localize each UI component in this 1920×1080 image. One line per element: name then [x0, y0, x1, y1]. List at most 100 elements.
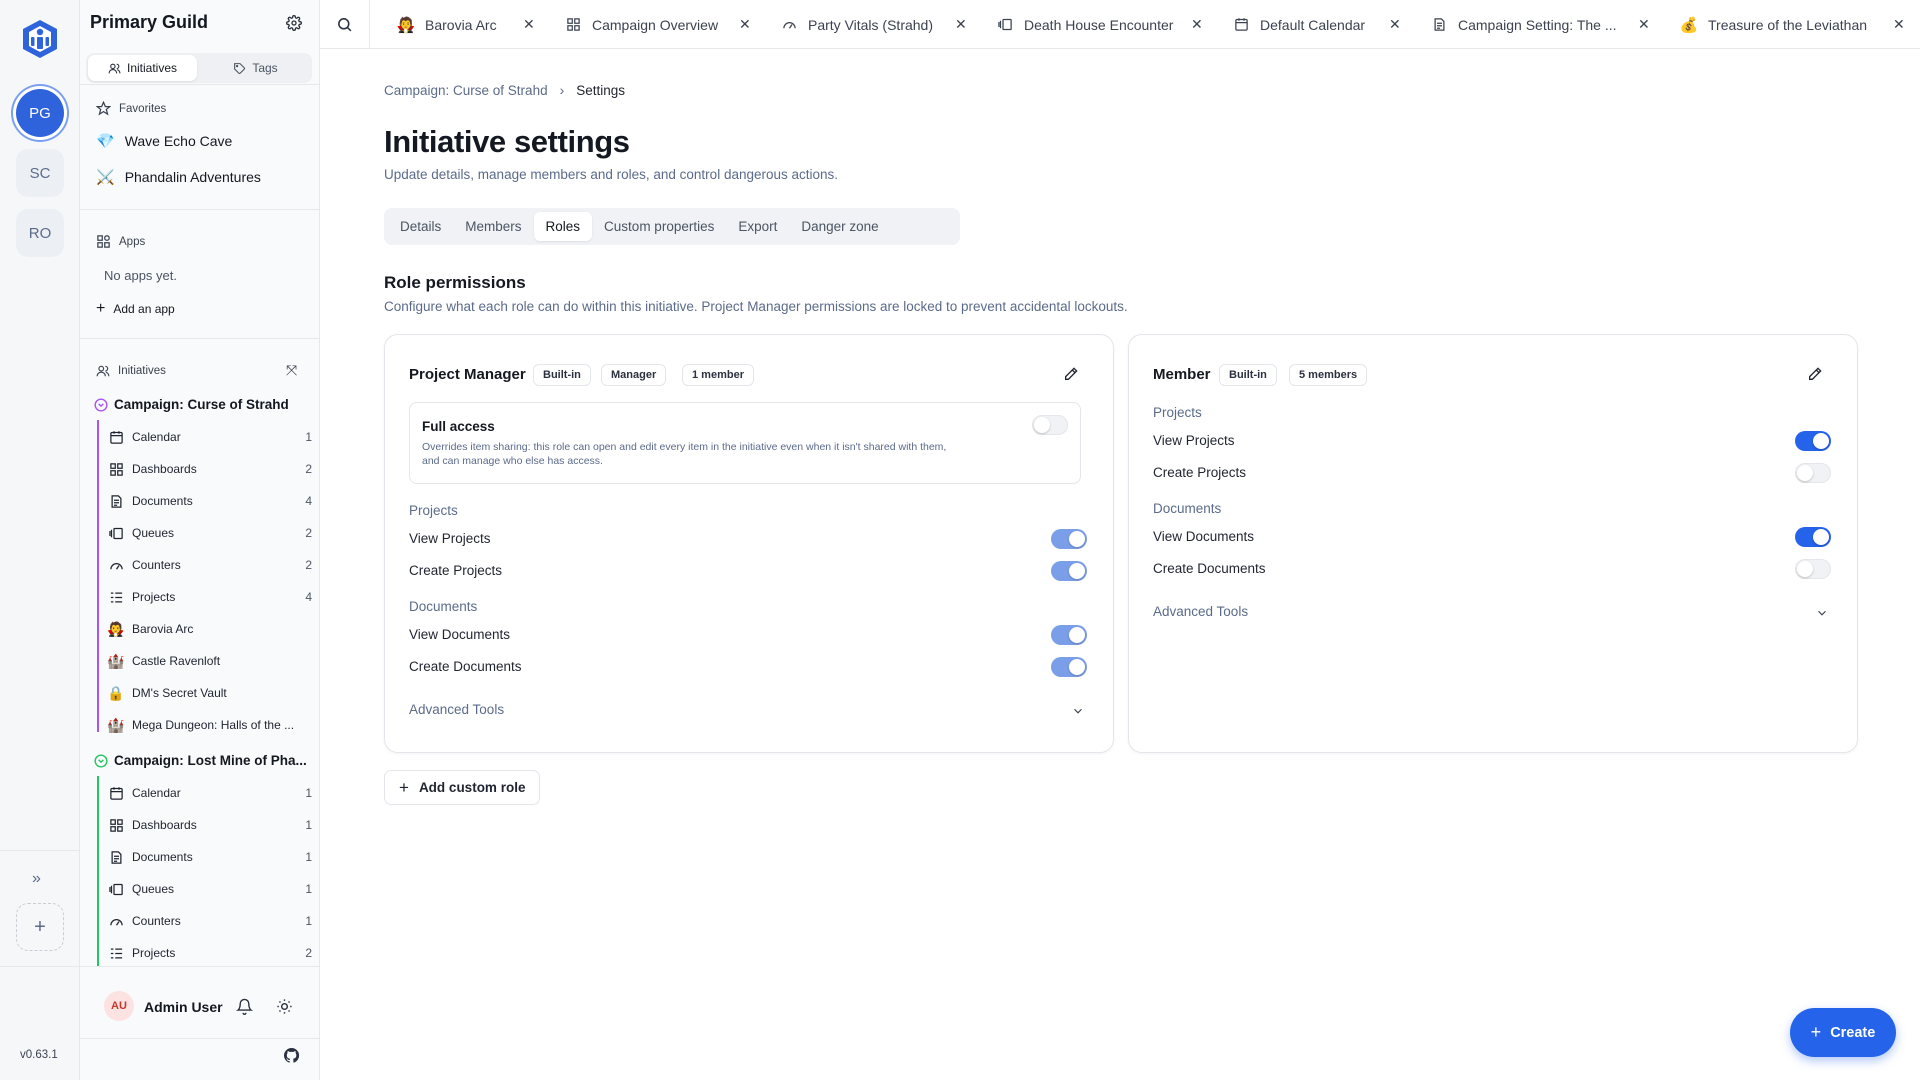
- tab-campaign-overview[interactable]: Campaign Overview: [564, 0, 718, 49]
- toggle-view-projects[interactable]: [1051, 529, 1087, 549]
- queue-icon: [108, 881, 124, 897]
- tab-custom-properties[interactable]: Custom properties: [592, 212, 726, 241]
- money-bag-icon: 💰: [1679, 16, 1699, 34]
- tab-close-button[interactable]: ✕: [523, 0, 537, 49]
- project-castle-ravenloft[interactable]: 🏰 Castle Ravenloft: [107, 649, 312, 673]
- create-button-label: Create: [1830, 1024, 1876, 1041]
- avatar[interactable]: AU: [104, 991, 134, 1021]
- toggle-create-projects[interactable]: [1051, 561, 1087, 581]
- initiative-name: Campaign: Lost Mine of Pha...: [114, 753, 307, 768]
- tab-label: Death House Encounter: [1024, 16, 1174, 33]
- tab-close-button[interactable]: ✕: [739, 0, 753, 49]
- users-icon: [108, 63, 121, 73]
- initiatives-header: Initiatives: [96, 364, 166, 378]
- tree-item-calendar[interactable]: Calendar 1: [108, 425, 312, 449]
- tree-item-counters[interactable]: Counters 2: [108, 553, 312, 577]
- tree-item-queues[interactable]: Queues 1: [108, 877, 312, 901]
- workspace-pg[interactable]: PG: [16, 89, 64, 137]
- tree-item-documents[interactable]: Documents 4: [108, 489, 312, 513]
- tab-default-calendar[interactable]: Default Calendar: [1232, 0, 1365, 49]
- users-icon: [96, 365, 110, 377]
- github-icon[interactable]: [283, 1047, 300, 1064]
- tree-item-dashboards[interactable]: Dashboards 2: [108, 457, 312, 481]
- toggle-view-projects[interactable]: [1795, 431, 1831, 451]
- project-label: Mega Dungeon: Halls of the ...: [132, 718, 295, 732]
- perm-create-documents: Create Documents: [409, 659, 522, 674]
- expand-icon[interactable]: »: [32, 870, 41, 888]
- tab-label: Default Calendar: [1260, 16, 1366, 33]
- initiative-curse-of-strahd[interactable]: Campaign: Curse of Strahd: [94, 397, 289, 412]
- favorite-item[interactable]: 💎 Wave Echo Cave: [96, 132, 232, 150]
- add-app-button[interactable]: + Add an app: [96, 300, 175, 318]
- workspace-ro[interactable]: RO: [16, 209, 64, 257]
- tab-close-button[interactable]: ✕: [1191, 0, 1205, 49]
- tab-treasure-leviathan[interactable]: 💰 Treasure of the Leviathan: [1680, 0, 1867, 49]
- add-custom-role-button[interactable]: + Add custom role: [384, 770, 541, 805]
- tree-item-dashboards[interactable]: Dashboards 1: [108, 813, 312, 837]
- initiative-lost-mine[interactable]: Campaign: Lost Mine of Pha...: [94, 753, 307, 768]
- plus-icon: +: [399, 777, 409, 797]
- tab-roles[interactable]: Roles: [533, 212, 593, 241]
- favorite-item[interactable]: ⚔️ Phandalin Adventures: [96, 168, 261, 186]
- toggle-create-projects[interactable]: [1795, 463, 1831, 483]
- tree-item-calendar[interactable]: Calendar 1: [108, 781, 312, 805]
- bell-icon[interactable]: [236, 998, 253, 1015]
- tab-details[interactable]: Details: [388, 212, 453, 241]
- tab-close-button[interactable]: ✕: [1893, 0, 1907, 49]
- tree-item-documents[interactable]: Documents 1: [108, 845, 312, 869]
- tab-close-button[interactable]: ✕: [1389, 0, 1403, 49]
- seg-initiatives[interactable]: Initiatives: [88, 55, 197, 81]
- project-dms-secret-vault[interactable]: 🔒 DM's Secret Vault: [107, 681, 312, 705]
- perm-create-projects: Create Projects: [409, 563, 503, 578]
- tree-item-projects[interactable]: Projects 4: [108, 585, 312, 609]
- tab-close-button[interactable]: ✕: [1638, 0, 1652, 49]
- toggle-create-documents[interactable]: [1051, 657, 1087, 677]
- toggle-view-documents[interactable]: [1795, 527, 1831, 547]
- page-subtitle: Update details, manage members and roles…: [384, 167, 839, 182]
- tab-barovia-arc[interactable]: 🧛 Barovia Arc: [397, 0, 497, 49]
- tree-item-count: 4: [305, 590, 312, 604]
- tree-item-projects[interactable]: Projects 2: [108, 941, 312, 965]
- tab-death-house[interactable]: Death House Encounter: [996, 0, 1173, 49]
- tree-item-counters[interactable]: Counters 1: [108, 909, 312, 933]
- tree-item-count: 1: [305, 882, 312, 896]
- tab-close-button[interactable]: ✕: [955, 0, 969, 49]
- tree-item-queues[interactable]: Queues 2: [108, 521, 312, 545]
- breadcrumb-parent[interactable]: Campaign: Curse of Strahd: [384, 83, 548, 98]
- gear-icon[interactable]: [286, 15, 302, 31]
- add-workspace-button[interactable]: +: [16, 903, 64, 951]
- project-barovia-arc[interactable]: 🧛 Barovia Arc: [107, 617, 312, 641]
- tab-export[interactable]: Export: [726, 212, 789, 241]
- tab-campaign-setting[interactable]: Campaign Setting: The ...: [1430, 0, 1617, 49]
- initiative-name: Campaign: Curse of Strahd: [114, 397, 289, 412]
- pencil-icon[interactable]: [1807, 366, 1823, 382]
- divider: [80, 1038, 320, 1039]
- group-documents: Documents: [409, 599, 478, 614]
- dashboard-icon: [108, 461, 124, 477]
- user-name[interactable]: Admin User: [144, 999, 223, 1015]
- advanced-tools-toggle[interactable]: Advanced Tools: [409, 702, 504, 717]
- full-access-toggle[interactable]: [1032, 415, 1068, 435]
- close-icon: ✕: [1893, 16, 1905, 32]
- search-icon[interactable]: [336, 16, 353, 33]
- sun-icon[interactable]: [276, 998, 293, 1015]
- advanced-tools-toggle[interactable]: Advanced Tools: [1153, 604, 1248, 619]
- chevron-down-icon[interactable]: [1071, 704, 1085, 718]
- list-icon: [108, 589, 124, 605]
- pencil-icon[interactable]: [1063, 366, 1079, 382]
- chevron-down-icon[interactable]: [1815, 606, 1829, 620]
- app-logo-icon[interactable]: [20, 18, 60, 60]
- tree-item-label: Counters: [132, 558, 181, 572]
- workspace-sc[interactable]: SC: [16, 149, 64, 197]
- seg-tags[interactable]: Tags: [201, 55, 310, 81]
- toggle-create-documents[interactable]: [1795, 559, 1831, 579]
- collapse-all-icon[interactable]: ⤧: [286, 362, 297, 379]
- tab-danger-zone[interactable]: Danger zone: [789, 212, 890, 241]
- toggle-view-documents[interactable]: [1051, 625, 1087, 645]
- project-mega-dungeon[interactable]: 🏰 Mega Dungeon: Halls of the ...: [107, 713, 312, 737]
- rail-divider: [0, 850, 80, 851]
- create-button[interactable]: + Create: [1790, 1008, 1896, 1057]
- castle-icon: 🏰: [107, 716, 125, 733]
- tab-members[interactable]: Members: [453, 212, 533, 241]
- tab-party-vitals[interactable]: Party Vitals (Strahd): [780, 0, 933, 49]
